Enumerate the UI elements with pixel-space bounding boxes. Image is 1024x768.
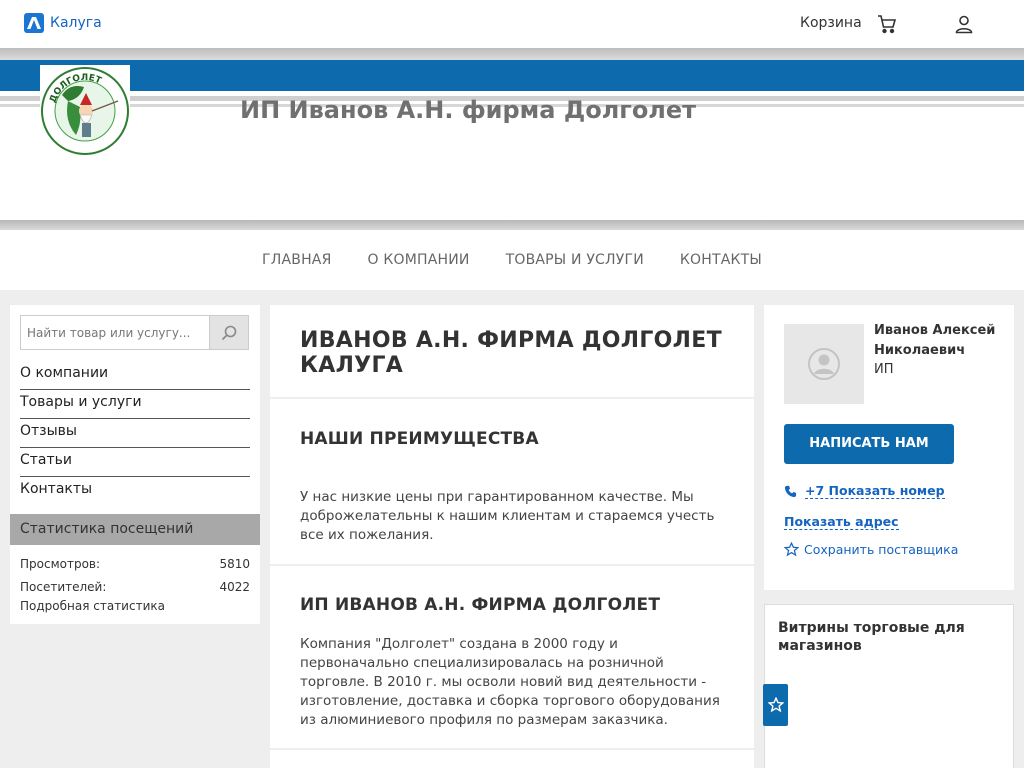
phone-icon (784, 485, 797, 497)
search-button[interactable] (209, 316, 248, 349)
advantages-text: У нас низкие цены при гарантированном ка… (300, 489, 715, 543)
main-navigation: ГЛАВНАЯ О КОМПАНИИ ТОВАРЫ И УСЛУГИ КОНТА… (0, 230, 1024, 290)
show-phone-row: +7 Показать номер (784, 483, 945, 499)
nav-item-about[interactable]: О КОМПАНИИ (368, 252, 470, 268)
seller-type: ИП (874, 362, 894, 377)
city-label: Калуга (50, 15, 102, 31)
avatar (784, 324, 864, 404)
favorites-tab[interactable] (763, 684, 788, 726)
about-text: Компания "Долголет" создана в 2000 году … (300, 636, 720, 728)
save-supplier-link[interactable]: Сохранить поставщика (804, 542, 958, 557)
save-supplier-row[interactable]: Сохранить поставщика (784, 542, 958, 557)
banner-stripe (0, 48, 1024, 60)
sidebar-item-articles[interactable]: Статьи (20, 448, 250, 477)
stat-visitors-row: Посетителей: 4022 (20, 580, 250, 594)
sidebar-item-contacts[interactable]: Контакты (20, 477, 250, 506)
banner-bottom-stripe (0, 220, 1024, 230)
main-content: ИВАНОВ А.Н. ФИРМА ДОЛГОЛЕТ КАЛУГА НАШИ П… (270, 305, 754, 768)
search-icon (222, 325, 237, 340)
stat-views-value: 5810 (219, 557, 250, 571)
sidebar-item-about[interactable]: О компании (20, 361, 250, 390)
user-account-icon[interactable] (953, 13, 975, 35)
sidebar-menu: О компании Товары и услуги Отзывы Статьи… (20, 361, 250, 506)
show-phone-link[interactable]: +7 Показать номер (805, 483, 945, 499)
stats-header: Статистика посещений (10, 514, 260, 545)
stat-visitors-label: Посетителей: (20, 580, 107, 594)
cart-icon[interactable] (876, 13, 898, 35)
page-title: ИВАНОВ А.Н. ФИРМА ДОЛГОЛЕТ КАЛУГА (300, 328, 722, 378)
advantages-panel: НАШИ ПРЕИМУЩЕСТВА У нас низкие цены при … (270, 399, 754, 564)
advantages-title: НАШИ ПРЕИМУЩЕСТВА (300, 429, 539, 449)
top-bar: Калуга Корзина (0, 0, 1024, 48)
banner-blue-stripe (0, 60, 1024, 91)
show-address-link[interactable]: Показать адрес (784, 514, 899, 530)
city-selector[interactable]: Калуга (24, 13, 102, 33)
sidebar-item-products[interactable]: Товары и услуги (20, 390, 250, 419)
nav-item-products[interactable]: ТОВАРЫ И УСЛУГИ (506, 252, 644, 268)
seller-name: Иванов Алексей Николаевич (874, 323, 996, 358)
star-icon (767, 697, 784, 713)
banner-company-title: ИП Иванов А.Н. фирма Долголет (240, 96, 697, 124)
nav-item-home[interactable]: ГЛАВНАЯ (262, 252, 331, 268)
next-panel (270, 750, 754, 768)
company-logo[interactable]: ДОЛГОЛЕТ (40, 65, 130, 155)
stat-views-label: Просмотров: (20, 557, 101, 571)
sidebar-item-reviews[interactable]: Отзывы (20, 419, 250, 448)
showcase-title[interactable]: Витрины торговые для магазинов (778, 619, 1003, 655)
about-title: ИП ИВАНОВ А.Н. ФИРМА ДОЛГОЛЕТ (300, 595, 661, 615)
seller-card: Иванов Алексей Николаевич ИП НАПИСАТЬ НА… (764, 305, 1014, 590)
company-banner: ДОЛГОЛЕТ ИП Иванов А.Н. фирма Долголет (0, 48, 1024, 230)
showcase-card: Витрины торговые для магазинов (764, 604, 1014, 768)
write-us-button[interactable]: НАПИСАТЬ НАМ (784, 424, 954, 464)
star-icon (784, 542, 799, 557)
cart-link[interactable]: Корзина (800, 15, 862, 31)
site-logo-icon (24, 13, 44, 33)
page-header-panel: ИВАНОВ А.Н. ФИРМА ДОЛГОЛЕТ КАЛУГА (270, 305, 754, 397)
detailed-stats-link[interactable]: Подробная статистика (20, 599, 165, 613)
stat-visitors-value: 4022 (219, 580, 250, 594)
product-search (20, 315, 249, 350)
avatar-placeholder-icon (808, 348, 840, 380)
stat-views-row: Просмотров: 5810 (20, 557, 250, 571)
left-sidebar: О компании Товары и услуги Отзывы Статьи… (10, 305, 260, 624)
search-input[interactable] (21, 316, 210, 349)
nav-item-contacts[interactable]: КОНТАКТЫ (680, 252, 762, 268)
about-panel: ИП ИВАНОВ А.Н. ФИРМА ДОЛГОЛЕТ Компания "… (270, 566, 754, 748)
